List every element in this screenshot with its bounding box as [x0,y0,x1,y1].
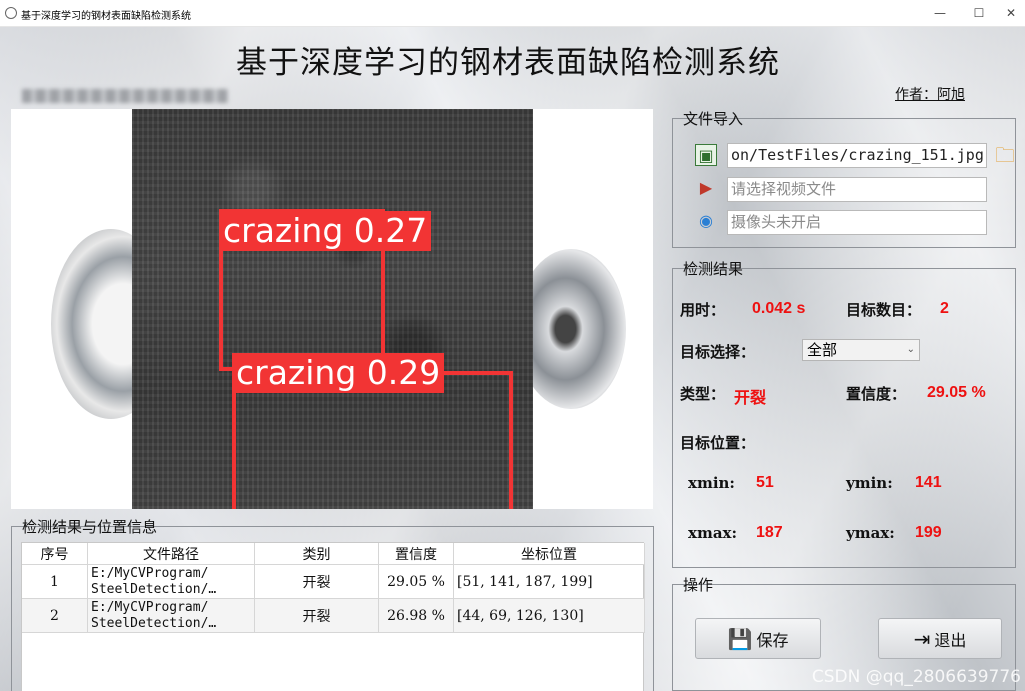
camera-status-field[interactable]: 摄像头未开启 [727,210,987,235]
table-row[interactable]: 2 E:/MyCVProgram/ SteelDetection/… 开裂 26… [22,599,645,633]
save-button[interactable]: 💾 保存 [695,618,821,659]
detection-label-2: crazing 0.29 [232,353,445,393]
time-label: 用时： [680,301,726,319]
confidence-label: 置信度： [846,385,907,403]
header-path[interactable]: 文件路径 [88,543,255,565]
minimize-button[interactable]: — [925,4,955,22]
xmax-label: xmax: [688,524,738,542]
ymin-label: ymin: [846,474,893,492]
blurred-text [22,89,228,103]
app-icon [5,7,17,19]
xmin-label: xmin: [688,474,735,492]
row-confidence: 29.05 % [379,565,454,599]
folder-icon[interactable]: 🗀 [994,144,1016,166]
exit-label: 退出 [934,630,967,650]
header-coords[interactable]: 坐标位置 [454,543,645,565]
actions-title: 操作 [683,576,714,594]
ymax-label: ymax: [846,524,895,542]
csdn-watermark: CSDN @qq_2806639776 [811,667,1021,687]
save-label: 保存 [756,630,789,650]
header-confidence[interactable]: 置信度 [379,543,454,565]
video-icon[interactable]: ▶ [695,177,717,199]
app-title: 基于深度学习的钢材表面缺陷检测系统 [236,45,780,81]
target-count-label: 目标数目： [846,301,922,319]
time-value: 0.042 s [752,300,806,317]
row-path-line2: SteelDetection/… [91,615,217,631]
row-path: E:/MyCVProgram/ SteelDetection/… [88,565,255,599]
header-category[interactable]: 类别 [255,543,379,565]
ymax-value: 199 [915,524,942,541]
target-select-value: 全部 [807,341,838,359]
target-select-dropdown[interactable]: 全部 ⌄ [802,339,920,361]
results-table-title: 检测结果与位置信息 [22,518,158,536]
confidence-value: 29.05 % [927,384,986,401]
window-titlebar: 基于深度学习的钢材表面缺陷检测系统 — ☐ ✕ [0,0,1025,27]
row-index: 1 [22,565,88,599]
file-import-title: 文件导入 [683,110,744,128]
row-coords: [44, 69, 126, 130] [454,599,645,633]
target-position-label: 目标位置： [680,434,756,452]
row-coords: [51, 141, 187, 199] [454,565,645,599]
video-file-field[interactable]: 请选择视频文件 [727,177,987,202]
row-path-line1: E:/MyCVProgram/ [91,599,209,615]
image-display: crazing 0.27 crazing 0.29 [11,109,653,509]
camera-icon[interactable]: ◉ [695,210,717,232]
save-icon: 💾 [727,626,753,651]
exit-button[interactable]: ⇥ 退出 [878,618,1002,659]
row-confidence: 26.98 % [379,599,454,633]
row-path-line1: E:/MyCVProgram/ [91,565,209,581]
steel-surface-image: crazing 0.27 crazing 0.29 [132,109,533,509]
type-label: 类型： [680,385,726,403]
detection-results-title: 检测结果 [683,260,744,278]
ymin-value: 141 [915,474,942,491]
target-select-label: 目标选择： [680,343,756,361]
detection-label-1: crazing 0.27 [219,211,432,251]
xmin-value: 51 [756,474,774,491]
results-table: 序号 文件路径 类别 置信度 坐标位置 1 E:/MyCVProgram/ St… [21,542,645,691]
main-window: 基于深度学习的钢材表面缺陷检测系统 作者：阿旭 crazing 0.27 cra… [0,27,1025,691]
image-icon[interactable]: ▣ [695,144,717,166]
header-index[interactable]: 序号 [22,543,88,565]
row-category: 开裂 [255,599,379,633]
row-category: 开裂 [255,565,379,599]
row-path-line2: SteelDetection/… [91,581,217,597]
table-row[interactable]: 1 E:/MyCVProgram/ SteelDetection/… 开裂 29… [22,565,645,599]
author-link[interactable]: 作者：阿旭 [895,84,965,104]
type-value: 开裂 [734,390,767,407]
row-index: 2 [22,599,88,633]
maximize-button[interactable]: ☐ [964,4,994,22]
image-path-field[interactable]: on/TestFiles/crazing_151.jpg [727,143,987,168]
table-header-row: 序号 文件路径 类别 置信度 坐标位置 [22,543,645,565]
xmax-value: 187 [756,524,783,541]
exit-icon: ⇥ [913,626,931,651]
close-button[interactable]: ✕ [996,4,1025,22]
target-count-value: 2 [940,300,949,317]
chevron-down-icon: ⌄ [906,344,915,355]
window-title: 基于深度学习的钢材表面缺陷检测系统 [21,11,191,22]
row-path: E:/MyCVProgram/ SteelDetection/… [88,599,255,633]
